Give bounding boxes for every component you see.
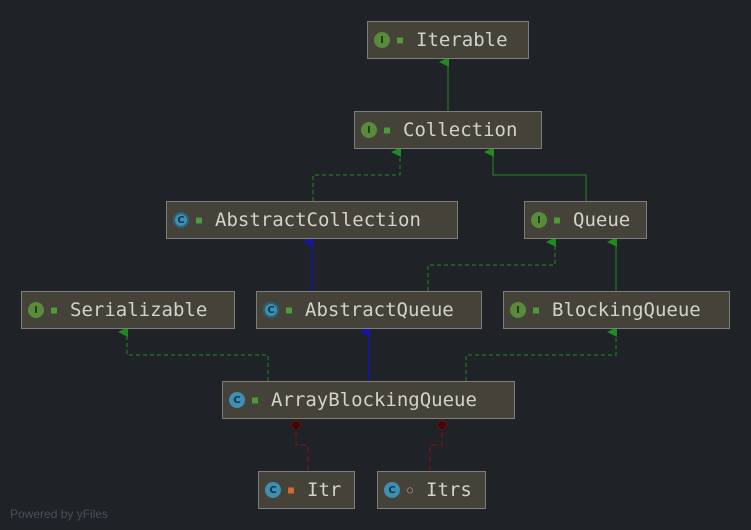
node-label: Itr: [307, 479, 342, 501]
powered-by-footer: Powered by yFiles: [10, 507, 109, 521]
node-abstract-collection[interactable]: C ■ AbstractCollection: [166, 201, 458, 239]
node-label: AbstractQueue: [305, 299, 454, 321]
interface-icon: I: [531, 212, 547, 228]
edge-itr-abq: [295, 428, 309, 471]
node-itrs[interactable]: C ○ Itrs: [377, 471, 486, 509]
unlocked-public-icon: ■: [532, 304, 540, 316]
unlocked-public-icon: ■: [383, 124, 391, 136]
interface-icon: I: [361, 122, 377, 138]
edge-abstractcollection-collection: [312, 147, 401, 201]
node-iterable[interactable]: I ■ Iterable: [367, 21, 529, 59]
class-icon: C: [229, 392, 245, 408]
node-label: AbstractCollection: [215, 209, 421, 231]
node-blocking-queue[interactable]: I ■ BlockingQueue: [503, 291, 730, 329]
edge-abstractqueue-queue: [427, 237, 556, 291]
node-itr[interactable]: C ■ Itr: [258, 471, 355, 509]
unlocked-public-icon: ■: [285, 304, 293, 316]
unlocked-public-icon: ■: [396, 34, 404, 46]
edge-abq-blockingqueue: [465, 327, 617, 381]
node-label: Serializable: [70, 299, 208, 321]
class-icon: C: [384, 482, 400, 498]
node-label: Collection: [403, 119, 518, 141]
node-label: Itrs: [426, 479, 472, 501]
node-label: BlockingQueue: [552, 299, 701, 321]
node-abstract-queue[interactable]: C ■ AbstractQueue: [256, 291, 482, 329]
package-visibility-icon: ○: [406, 484, 414, 496]
interface-icon: I: [510, 302, 526, 318]
unlocked-public-icon: ■: [553, 214, 561, 226]
node-queue[interactable]: I ■ Queue: [524, 201, 647, 239]
class-icon: C: [265, 482, 281, 498]
interface-icon: I: [374, 32, 390, 48]
node-label: Iterable: [416, 29, 508, 51]
locked-private-icon: ■: [287, 484, 295, 496]
node-serializable[interactable]: I ■ Serializable: [21, 291, 235, 329]
node-collection[interactable]: I ■ Collection: [354, 111, 542, 149]
node-array-blocking-queue[interactable]: C ■ ArrayBlockingQueue: [222, 381, 515, 419]
inner-class-marker-icon: [291, 420, 301, 430]
edges-layer: [118, 57, 617, 471]
edge-itrs-abq: [429, 428, 443, 471]
abstract-class-icon: C: [173, 212, 189, 228]
edge-queue-collection: [484, 147, 587, 201]
interface-icon: I: [28, 302, 44, 318]
unlocked-public-icon: ■: [195, 214, 203, 226]
node-label: ArrayBlockingQueue: [271, 389, 477, 411]
inner-class-marker-icon: [437, 420, 447, 430]
unlocked-public-icon: ■: [50, 304, 58, 316]
node-label: Queue: [573, 209, 631, 231]
edge-abq-serializable: [118, 327, 269, 381]
abstract-class-icon: C: [263, 302, 279, 318]
unlocked-public-icon: ■: [251, 394, 259, 406]
